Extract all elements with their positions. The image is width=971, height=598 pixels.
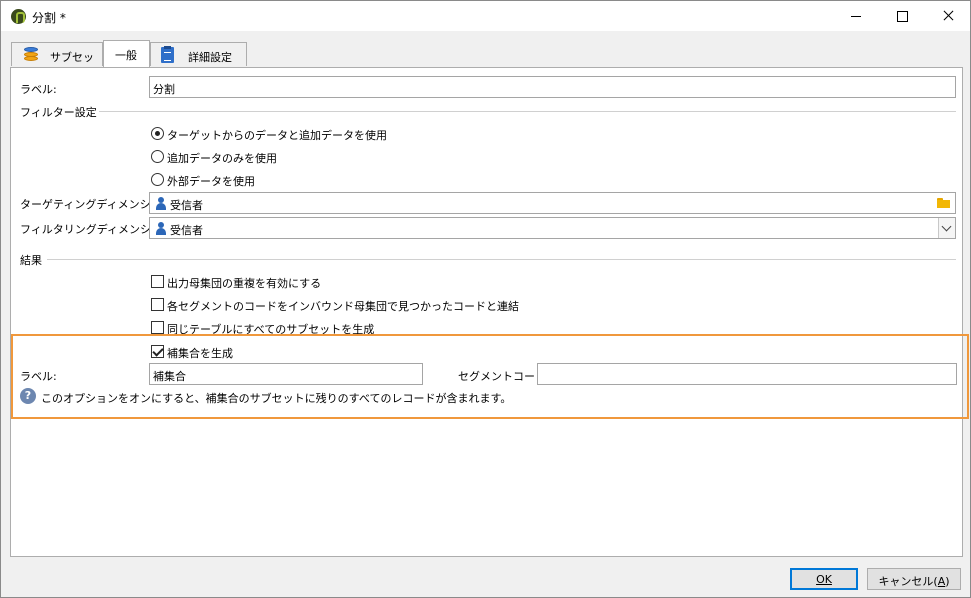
radio-external-data[interactable] xyxy=(151,173,164,186)
window-title: 分割 * xyxy=(32,11,66,25)
minimize-button[interactable] xyxy=(833,1,879,31)
app-logo-icon xyxy=(11,9,26,24)
results-heading: 結果 xyxy=(20,254,42,267)
chevron-down-icon[interactable] xyxy=(938,218,955,238)
help-icon: ? xyxy=(20,388,36,404)
ok-button-label: OK xyxy=(816,573,832,586)
tab-advanced-settings[interactable]: 詳細設定 xyxy=(150,42,247,66)
radio-external-data-label: 外部データを使用 xyxy=(167,175,255,188)
targeting-dimension-field[interactable]: 受信者 xyxy=(149,192,956,214)
dialog-window: 分割 * サブセット 一般 詳細設定 ラベル: 分割 フィルター設定 ターゲット… xyxy=(0,0,971,598)
same-table-checkbox[interactable] xyxy=(151,321,164,334)
radio-target-and-additional-label: ターゲットからのデータと追加データを使用 xyxy=(167,129,387,142)
generate-complement-checkbox[interactable] xyxy=(151,345,164,358)
radio-additional-only[interactable] xyxy=(151,150,164,163)
concatenate-codes-label: 各セグメントのコードをインバウンド母集団で見つかったコードと連結 xyxy=(167,300,519,313)
filtering-dimension-select[interactable]: 受信者 xyxy=(149,217,956,239)
filter-settings-divider xyxy=(99,111,956,112)
complement-label-caption: ラベル: xyxy=(20,370,57,383)
label-input-value: 分割 xyxy=(153,83,175,96)
cancel-button[interactable]: キャンセル(A) xyxy=(867,568,961,590)
enable-overlap-checkbox[interactable] xyxy=(151,275,164,288)
complement-label-input[interactable]: 補集合 xyxy=(149,363,423,385)
close-button[interactable] xyxy=(925,1,971,31)
ok-button[interactable]: OK xyxy=(790,568,858,590)
results-divider xyxy=(47,259,956,260)
segment-code-input[interactable] xyxy=(537,363,957,385)
tab-subset[interactable]: サブセット xyxy=(11,42,103,80)
filter-settings-heading: フィルター設定 xyxy=(20,106,97,119)
generate-complement-label: 補集合を生成 xyxy=(167,347,233,360)
radio-additional-only-label: 追加データのみを使用 xyxy=(167,152,277,165)
filtering-dimension-value: 受信者 xyxy=(170,224,203,237)
complement-help-text: このオプションをオンにすると、補集合のサブセットに残りのすべてのレコードが含まれ… xyxy=(41,392,512,405)
targeting-dimension-value: 受信者 xyxy=(170,199,203,212)
recipient-icon xyxy=(156,197,166,210)
radio-target-and-additional[interactable] xyxy=(151,127,164,140)
clipboard-icon xyxy=(161,46,174,63)
tab-general[interactable]: 一般 xyxy=(103,40,150,67)
enable-overlap-label: 出力母集団の重複を有効にする xyxy=(167,277,322,290)
label-input[interactable]: 分割 xyxy=(149,76,956,98)
segment-code-caption: セグメントコード: xyxy=(458,370,550,383)
folder-icon[interactable] xyxy=(933,193,955,213)
complement-label-value: 補集合 xyxy=(153,370,186,383)
tab-advanced-settings-label: 詳細設定 xyxy=(188,51,232,64)
recipient-icon xyxy=(156,222,166,235)
tab-general-label: 一般 xyxy=(115,49,137,62)
general-tab-panel: ラベル: 分割 フィルター設定 ターゲットからのデータと追加データを使用 追加デ… xyxy=(10,67,963,557)
database-icon xyxy=(23,47,39,62)
concatenate-codes-checkbox[interactable] xyxy=(151,298,164,311)
label-caption: ラベル: xyxy=(20,83,57,96)
maximize-button[interactable] xyxy=(879,1,925,31)
cancel-button-label: キャンセル(A) xyxy=(878,575,950,588)
same-table-label: 同じテーブルにすべてのサブセットを生成 xyxy=(167,323,375,336)
title-bar[interactable]: 分割 * xyxy=(1,1,970,31)
